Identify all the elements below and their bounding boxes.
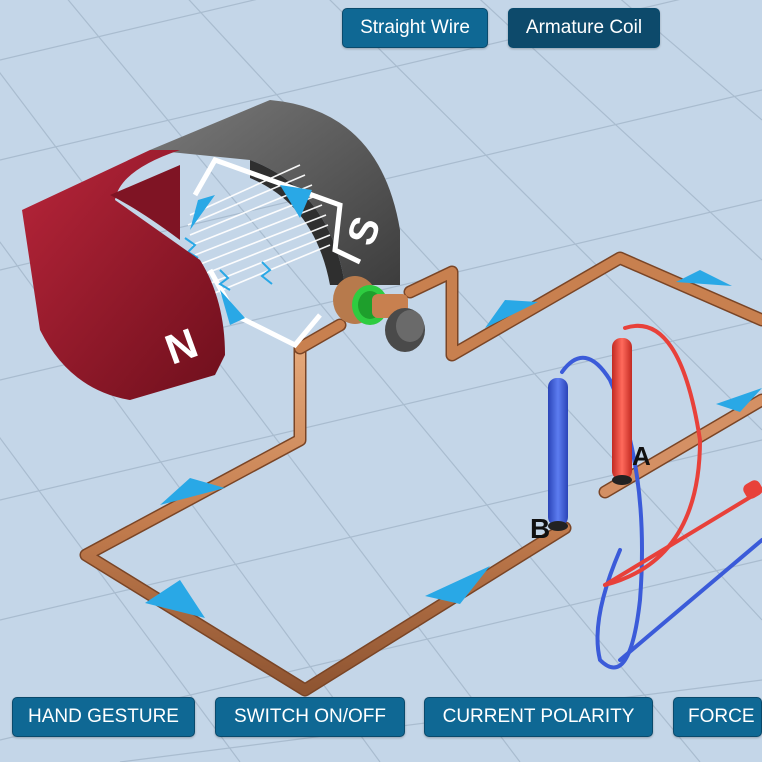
- probe-leads: [560, 323, 762, 670]
- probe-b-label: B: [530, 513, 550, 544]
- probe-a: A: [612, 338, 651, 485]
- magnet-north-pole: N: [22, 150, 225, 400]
- switch-on-off-button[interactable]: SWITCH ON/OFF: [215, 697, 405, 737]
- simulation-scene: S N B A: [0, 0, 762, 762]
- probe-a-label: A: [632, 441, 651, 471]
- force-button[interactable]: FORCE: [673, 697, 762, 737]
- probe-b: B: [530, 378, 568, 544]
- straight-wire-button[interactable]: Straight Wire: [342, 8, 488, 48]
- red-probe-tip: [743, 480, 762, 499]
- field-arrow-3: [220, 290, 245, 325]
- current-polarity-button[interactable]: CURRENT POLARITY: [424, 697, 653, 737]
- armature-coil-button[interactable]: Armature Coil: [508, 8, 660, 48]
- hand-gesture-button[interactable]: HAND GESTURE: [12, 697, 195, 737]
